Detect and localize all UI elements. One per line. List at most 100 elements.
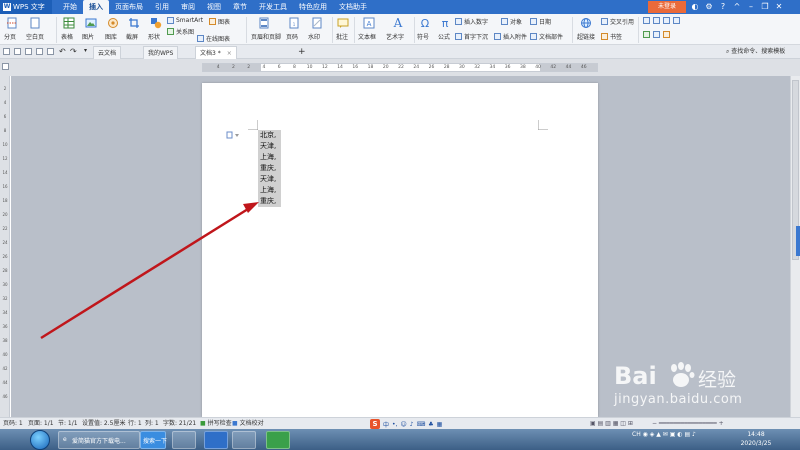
tab-features[interactable]: 特色应用	[293, 0, 333, 14]
sogou-ime-icon[interactable]: S	[370, 419, 380, 429]
redo-icon[interactable]: ↷	[70, 47, 77, 56]
system-tray[interactable]: CH ◉ ◈ ▲ ✉ ▣ ◐ ▤ ♪	[632, 431, 696, 438]
tab-my-wps[interactable]: 我的WPS	[143, 46, 179, 59]
horizontal-ruler[interactable]: 4 2 2 4 6 8 10 12 14 16 18 20 22 24 26 28 30 32 34 36 38 40 42…	[202, 63, 598, 72]
save-icon[interactable]	[25, 48, 32, 55]
bookmark-button[interactable]: 书签	[601, 32, 622, 41]
start-button-icon[interactable]	[30, 430, 50, 450]
wordart-button[interactable]: 艺术字	[386, 32, 404, 41]
hyperlink-button[interactable]: 超链接	[577, 32, 595, 41]
formula-button[interactable]: 公式	[438, 32, 450, 41]
close-icon[interactable]: ✕	[772, 0, 786, 14]
taskbar-app-icon[interactable]	[172, 431, 196, 449]
skin-icon[interactable]: ♣	[428, 421, 433, 428]
collapse-ribbon-icon[interactable]: ^	[730, 0, 744, 14]
emoji-icon[interactable]: ☺	[400, 421, 406, 428]
voice-icon[interactable]: ♪	[410, 421, 414, 428]
relation-chart-button[interactable]: 关系图	[167, 27, 194, 36]
ruler-tick-label: 44	[2, 380, 8, 385]
print-icon[interactable]	[36, 48, 43, 55]
side-panel-tab[interactable]	[796, 226, 800, 256]
comment-button[interactable]: 批注	[336, 32, 348, 41]
layout-icon[interactable]	[663, 17, 670, 24]
chart-button[interactable]: 图表	[209, 17, 230, 26]
tab-page-layout[interactable]: 页面布局	[109, 0, 149, 14]
cross-reference-button[interactable]: 交叉引用	[601, 17, 634, 26]
text-line[interactable]: 北京,	[258, 130, 281, 141]
drop-cap-button[interactable]: 首字下沉	[455, 32, 488, 41]
wps-taskbar-icon[interactable]	[204, 431, 228, 449]
help-icon[interactable]: ?	[716, 0, 730, 14]
app-menu-button[interactable]: W WPS 文字	[0, 0, 52, 14]
text-line[interactable]: 天津,	[258, 174, 281, 185]
tab-insert[interactable]: 插入	[83, 0, 109, 14]
layout-icon[interactable]	[653, 17, 660, 24]
watermark-button[interactable]: 水印	[308, 32, 320, 41]
taskbar-app-icon[interactable]	[266, 431, 290, 449]
login-button[interactable]: 未登录	[648, 1, 686, 13]
blank-page-button[interactable]: 空白页	[26, 32, 44, 41]
text-line[interactable]: 上海,	[258, 152, 281, 163]
textbox-button[interactable]: 文本框	[358, 32, 376, 41]
open-doc-icon[interactable]	[14, 48, 21, 55]
customize-quick-access-icon[interactable]: ▾	[84, 47, 87, 54]
date-button[interactable]: 日期	[530, 17, 551, 26]
text-line[interactable]: 重庆,	[258, 196, 281, 207]
selected-text-block[interactable]: 北京, 天津, 上海, 重庆, 天津, 上海, 重庆,	[258, 130, 281, 207]
grid-icon[interactable]	[653, 31, 660, 38]
doc-parts-button[interactable]: 文档部件	[530, 32, 563, 41]
gallery-button[interactable]: 图库	[105, 32, 117, 41]
restore-icon[interactable]: ❐	[758, 0, 772, 14]
skin-icon[interactable]: ◐	[688, 0, 702, 14]
paragraph-layout-icon[interactable]	[226, 131, 240, 139]
tab-stop-selector-icon[interactable]	[2, 63, 9, 70]
object-button[interactable]: 对象	[501, 17, 522, 26]
vertical-ruler[interactable]: 2 4 6 8 10 12 14 16 18 20 22 24 26 28 30 32 34 36 38 40 42 44…	[0, 76, 10, 417]
undo-icon[interactable]: ↶	[59, 47, 66, 56]
header-footer-button[interactable]: 页眉和页脚	[251, 32, 281, 41]
insert-number-button[interactable]: 插入数字	[455, 17, 488, 26]
layout-icon[interactable]	[673, 17, 680, 24]
tab-references[interactable]: 引用	[149, 0, 175, 14]
tray-icons[interactable]: ◉ ◈ ▲ ✉ ▣ ◐ ▤ ♪	[641, 431, 696, 438]
tab-cloud-docs[interactable]: 云文档	[93, 46, 122, 59]
tab-developer[interactable]: 开发工具	[253, 0, 293, 14]
new-doc-icon[interactable]	[3, 48, 10, 55]
ime-mode[interactable]: 中	[383, 420, 389, 429]
text-line[interactable]: 上海,	[258, 185, 281, 196]
text-line[interactable]: 天津,	[258, 141, 281, 152]
frame-icon[interactable]	[643, 31, 650, 38]
settings-icon[interactable]: ⚙	[702, 0, 716, 14]
punctuation-icon[interactable]: •,	[392, 421, 397, 428]
keyboard-icon[interactable]: ⌨	[417, 421, 426, 428]
tab-doc-assistant[interactable]: 文档助手	[333, 0, 373, 14]
tray-language[interactable]: CH	[632, 431, 641, 438]
online-chart-button[interactable]: 在线图表	[197, 34, 230, 43]
insert-attachment-button[interactable]: 插入附件	[494, 32, 527, 41]
close-tab-icon[interactable]: ×	[227, 50, 232, 57]
tab-section[interactable]: 章节	[227, 0, 253, 14]
page-break-button[interactable]: 分页	[4, 32, 16, 41]
picture-button[interactable]: 图片	[82, 32, 94, 41]
smartart-button[interactable]: SmartArt	[167, 17, 203, 24]
tab-view[interactable]: 视图	[201, 0, 227, 14]
preview-icon[interactable]	[47, 48, 54, 55]
layout-icon[interactable]	[643, 17, 650, 24]
lock-icon[interactable]	[663, 31, 670, 38]
page-number-button[interactable]: 页码	[286, 32, 298, 41]
symbol-button[interactable]: 符号	[417, 32, 429, 41]
tab-home[interactable]: 开始	[57, 0, 83, 14]
ruler-tick-label: 30	[459, 65, 465, 70]
shapes-button[interactable]: 形状	[148, 32, 160, 41]
screenshot-button[interactable]: 截屏	[126, 32, 138, 41]
minimize-icon[interactable]: –	[744, 0, 758, 14]
tab-review[interactable]: 审阅	[175, 0, 201, 14]
tab-document-3[interactable]: 文档3 * ×	[195, 46, 237, 59]
taskbar-clock[interactable]: 14:48 2020/3/25	[732, 430, 780, 448]
table-button[interactable]: 表格	[61, 32, 73, 41]
text-line[interactable]: 重庆,	[258, 163, 281, 174]
toolbox-icon[interactable]: ▦	[437, 421, 443, 428]
taskbar-app-icon[interactable]	[232, 431, 256, 449]
new-tab-button[interactable]: +	[298, 46, 306, 58]
find-command-box[interactable]: ⌕ 查找命令、搜索模板	[726, 45, 785, 59]
